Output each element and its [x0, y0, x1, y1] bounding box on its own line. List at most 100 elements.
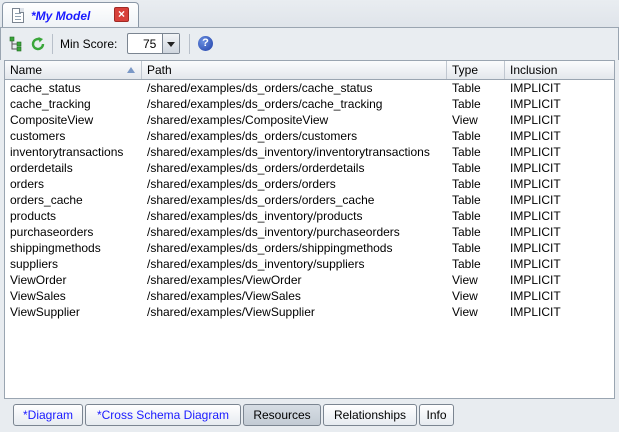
cell-name: cache_status: [10, 81, 81, 95]
cell-name: shippingmethods: [10, 241, 101, 255]
help-icon[interactable]: ?: [198, 36, 213, 51]
cell-name: customers: [10, 129, 66, 143]
table-row[interactable]: customers/shared/examples/ds_orders/cust…: [5, 128, 614, 144]
toolbar-separator: [189, 34, 190, 54]
editor-tab-title: *My Model: [31, 8, 91, 23]
cell-type: Table: [452, 257, 481, 271]
tab-cross-schema-diagram[interactable]: *Cross Schema Diagram: [85, 404, 241, 426]
cell-type: Table: [452, 209, 481, 223]
cell-name: orders: [10, 177, 45, 191]
table-row[interactable]: ViewOrder/shared/examples/ViewOrder View I…: [5, 272, 614, 288]
column-header-name[interactable]: Name: [5, 61, 142, 79]
table-row[interactable]: suppliers/shared/examples/ds_inventory/s…: [5, 256, 614, 272]
cell-type: View: [452, 305, 478, 319]
cell-type: View: [452, 289, 478, 303]
table-row[interactable]: orderdetails/shared/examples/ds_orders/o…: [5, 160, 614, 176]
tab-label: Resources: [253, 408, 311, 422]
table-body: cache_status/shared/examples/ds_orders/c…: [5, 80, 614, 320]
table-row[interactable]: ViewSupplier/shared/examples/ViewSupplie…: [5, 304, 614, 320]
cell-type: Table: [452, 97, 481, 111]
tab-label: Relationships: [333, 408, 407, 422]
table-header: Name Path Type Inclusion: [5, 61, 614, 80]
toolbar-separator: [52, 34, 53, 54]
table-row[interactable]: cache_status/shared/examples/ds_orders/c…: [5, 80, 614, 96]
cell-name: ViewSales: [10, 289, 66, 303]
cell-path: /shared/examples/ds_orders/customers: [147, 129, 358, 143]
cell-inclusion: IMPLICIT: [510, 177, 561, 191]
tab-label: *Diagram: [22, 408, 73, 422]
cell-type: Table: [452, 193, 481, 207]
column-header-inclusion[interactable]: Inclusion: [505, 61, 614, 79]
cell-type: View: [452, 273, 478, 287]
editor-tab-strip: *My Model ×: [0, 0, 619, 28]
tab-resources[interactable]: Resources: [243, 404, 321, 426]
tab-diagram[interactable]: *Diagram: [13, 404, 83, 426]
bottom-tab-bar: *Diagram *Cross Schema Diagram Resources…: [0, 399, 619, 432]
cell-name: orderdetails: [10, 161, 73, 175]
cell-inclusion: IMPLICIT: [510, 273, 561, 287]
cell-name: suppliers: [10, 257, 59, 271]
cell-inclusion: IMPLICIT: [510, 289, 561, 303]
cell-inclusion: IMPLICIT: [510, 161, 561, 175]
tab-relationships[interactable]: Relationships: [323, 404, 417, 426]
cell-name: cache_tracking: [10, 97, 91, 111]
cell-name: purchaseorders: [10, 225, 94, 239]
cell-inclusion: IMPLICIT: [510, 97, 561, 111]
cell-type: Table: [452, 225, 481, 239]
editor-tab-my-model[interactable]: *My Model ×: [2, 2, 139, 28]
toolbar: Min Score: 75 ?: [0, 28, 619, 60]
cell-inclusion: IMPLICIT: [510, 257, 561, 271]
cell-name: ViewOrder: [10, 273, 67, 287]
cell-type: Table: [452, 177, 481, 191]
table-row[interactable]: ViewSales/shared/examples/ViewSales View I…: [5, 288, 614, 304]
cell-name: inventorytransactions: [10, 145, 124, 159]
tree-icon[interactable]: [8, 36, 24, 52]
cell-path: /shared/examples/ds_orders/cache_trackin…: [147, 97, 383, 111]
cell-path: /shared/examples/ds_inventory/suppliers: [147, 257, 365, 271]
cell-type: Table: [452, 241, 481, 255]
min-score-label: Min Score:: [60, 37, 118, 51]
column-header-label: Inclusion: [510, 63, 558, 77]
tab-label: *Cross Schema Diagram: [96, 408, 230, 422]
cell-inclusion: IMPLICIT: [510, 113, 561, 127]
table-row[interactable]: purchaseorders/shared/examples/ds_invent…: [5, 224, 614, 240]
cell-name: CompositeView: [10, 113, 94, 127]
cell-path: /shared/examples/ds_inventory/products: [147, 209, 363, 223]
cell-path: /shared/examples/ds_orders/shippingmetho…: [147, 241, 393, 255]
cell-inclusion: IMPLICIT: [510, 241, 561, 255]
chevron-down-icon[interactable]: [162, 34, 179, 53]
document-icon: [12, 8, 24, 23]
table-row[interactable]: shippingmethods/shared/examples/ds_order…: [5, 240, 614, 256]
cell-inclusion: IMPLICIT: [510, 305, 561, 319]
cell-type: View: [452, 113, 478, 127]
cell-inclusion: IMPLICIT: [510, 209, 561, 223]
table-row[interactable]: orders_cache/shared/examples/ds_orders/o…: [5, 192, 614, 208]
column-header-label: Name: [10, 63, 43, 77]
close-icon[interactable]: ×: [114, 7, 129, 22]
cell-path: /shared/examples/ds_inventory/purchaseor…: [147, 225, 400, 239]
tab-label: Info: [426, 408, 447, 422]
table-row[interactable]: orders/shared/examples/ds_orders/orders T…: [5, 176, 614, 192]
cell-inclusion: IMPLICIT: [510, 145, 561, 159]
sort-ascending-icon: [127, 67, 135, 73]
column-header-label: Type: [452, 63, 479, 77]
column-header-type[interactable]: Type: [447, 61, 505, 79]
resources-table: Name Path Type Inclusion cache_status/sh…: [4, 60, 615, 399]
cell-path: /shared/examples/ds_inventory/inventoryt…: [147, 145, 430, 159]
table-row[interactable]: inventorytransactions/shared/examples/ds…: [5, 144, 614, 160]
cell-path: /shared/examples/ViewSales: [147, 289, 301, 303]
min-score-select[interactable]: 75: [127, 33, 180, 54]
cell-path: /shared/examples/ds_orders/orderdetails: [147, 161, 365, 175]
cell-type: Table: [452, 161, 481, 175]
cell-path: /shared/examples/CompositeView: [147, 113, 329, 127]
table-row[interactable]: products/shared/examples/ds_inventory/pr…: [5, 208, 614, 224]
cell-name: products: [10, 209, 57, 223]
tab-info[interactable]: Info: [419, 404, 454, 426]
column-header-path[interactable]: Path: [142, 61, 447, 79]
refresh-icon[interactable]: [30, 36, 46, 52]
table-row[interactable]: CompositeView/shared/examples/CompositeV…: [5, 112, 614, 128]
cell-inclusion: IMPLICIT: [510, 81, 561, 95]
cell-path: /shared/examples/ViewOrder: [147, 273, 302, 287]
table-row[interactable]: cache_tracking/shared/examples/ds_orders…: [5, 96, 614, 112]
cell-inclusion: IMPLICIT: [510, 193, 561, 207]
